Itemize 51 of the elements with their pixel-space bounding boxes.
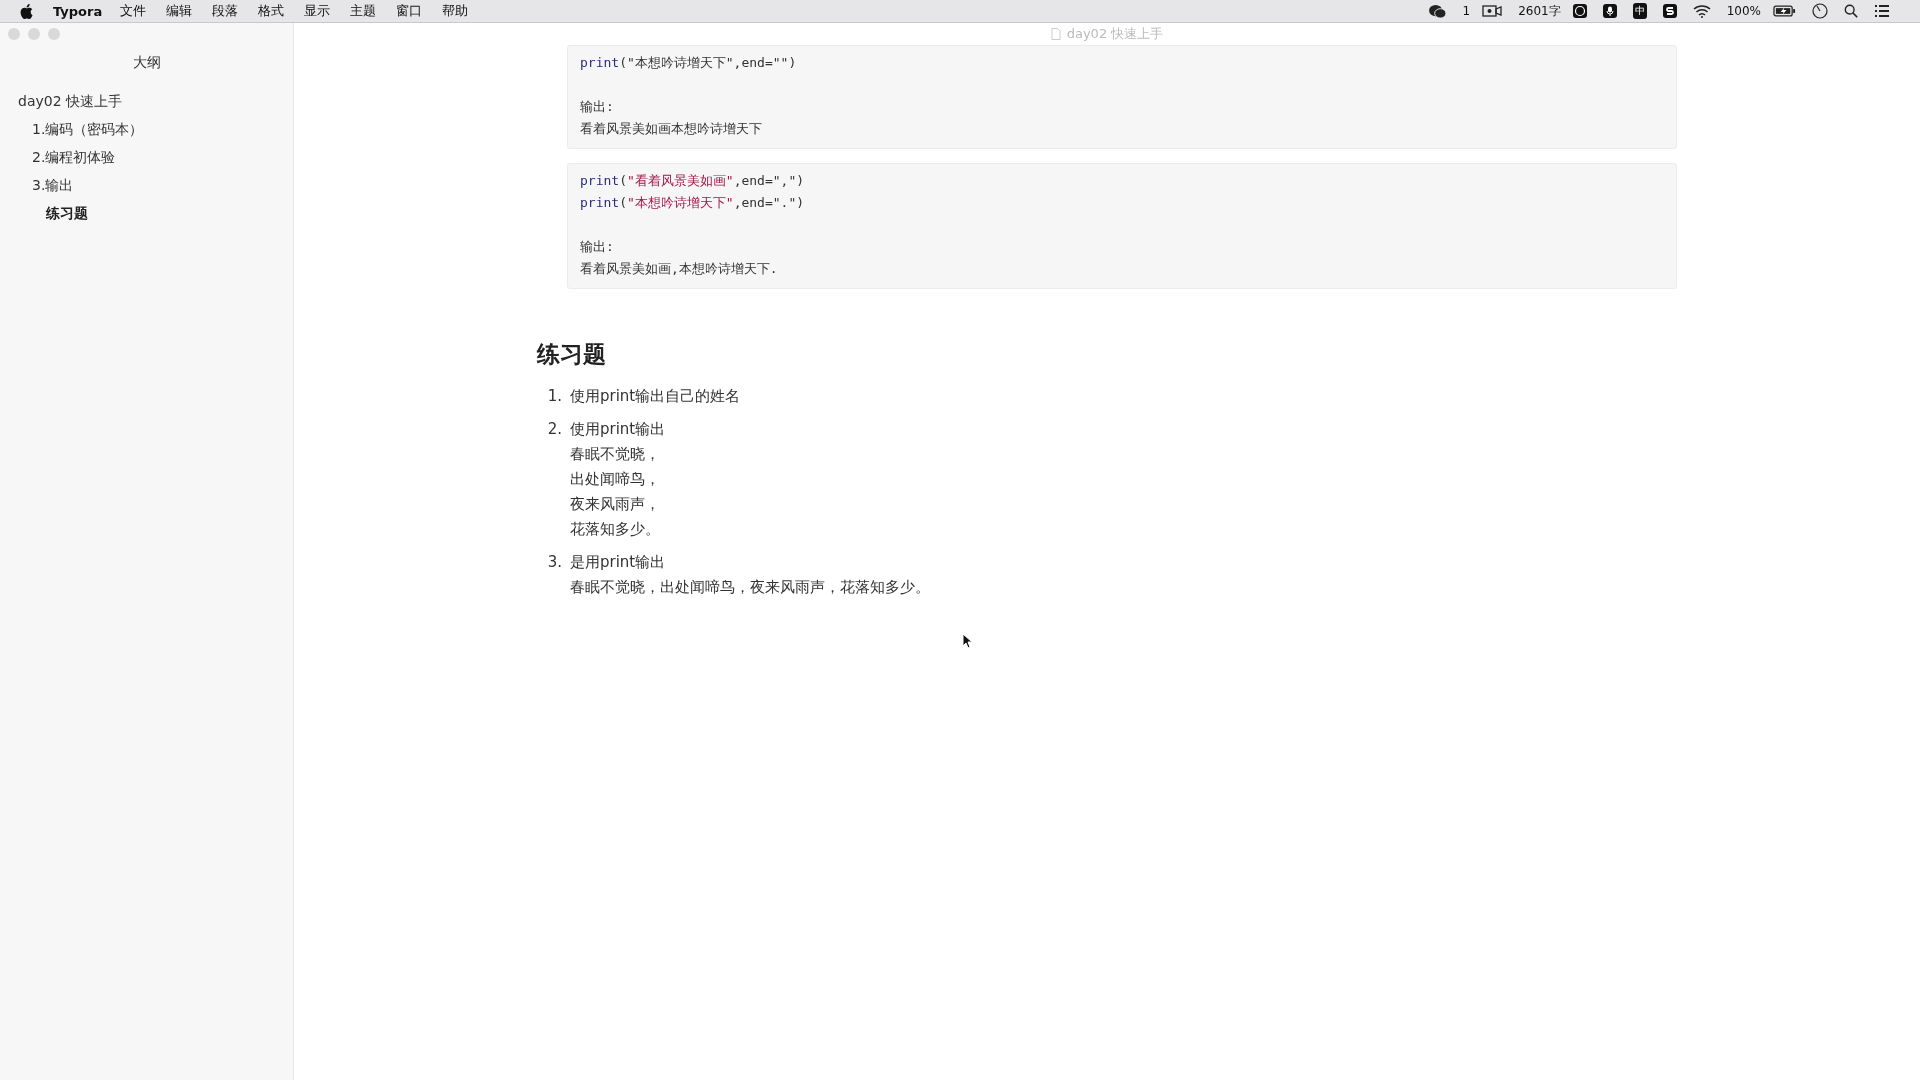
list-number: 3. <box>546 552 563 573</box>
search-icon[interactable] <box>1844 4 1858 18</box>
output-line: 看着风景美如画,本想吟诗增天下. <box>580 260 779 278</box>
menu-item[interactable]: 主题 <box>350 2 377 20</box>
s-logo-icon[interactable] <box>1662 4 1677 18</box>
exercise-text: 使用print输出自己的姓名 <box>570 386 741 407</box>
section-heading: 练习题 <box>537 340 607 369</box>
code-line: print("本想吟诗增天下",end="") <box>580 54 798 72</box>
exercise-text: 是用print输出 <box>570 552 667 573</box>
list-icon[interactable] <box>1874 4 1890 18</box>
outline-item[interactable]: 1.编码（密码本） <box>0 116 293 144</box>
window-title: day02 快速上手 <box>1066 25 1164 43</box>
code-line: print("本想吟诗增天下",end=".") <box>580 194 806 212</box>
output-line: 输出: <box>580 98 615 116</box>
mouse-pointer-icon <box>962 633 972 649</box>
outline-item[interactable]: 2.编程初体验 <box>0 144 293 172</box>
chat-count: 1 <box>1462 4 1471 18</box>
word-count: 2601字 <box>1518 2 1561 20</box>
document-icon <box>1050 28 1061 40</box>
list-number: 2. <box>546 419 563 440</box>
battery-percentage: 100% <box>1726 4 1761 18</box>
exercise-text: 夜来风雨声， <box>570 494 661 515</box>
wifi-icon[interactable] <box>1692 4 1711 18</box>
output-line: 输出: <box>580 238 615 256</box>
exercise-text: 使用print输出 <box>570 419 666 440</box>
camera-icon[interactable] <box>1482 4 1503 18</box>
clock-icon[interactable] <box>1812 3 1828 19</box>
list-number: 1. <box>546 386 563 407</box>
input-method-indicator[interactable]: 中 <box>1632 3 1647 19</box>
menu-item[interactable]: 文件 <box>120 2 147 20</box>
output-line: 看着风景美如画本想吟诗增天下 <box>580 120 763 138</box>
menu-item[interactable]: 编辑 <box>166 2 193 20</box>
exercise-text: 春眠不觉晓， <box>570 444 661 465</box>
menu-item[interactable]: 帮助 <box>442 2 469 20</box>
outline-title: 大纲 <box>131 54 162 72</box>
exercise-text: 春眠不觉晓，出处闻啼鸟，夜来风雨声，花落知多少。 <box>570 577 930 598</box>
menu-item[interactable]: 段落 <box>212 2 239 20</box>
outline-item[interactable]: 练习题 <box>0 200 293 228</box>
outline-item[interactable]: day02 快速上手 <box>0 88 293 116</box>
menu-item[interactable]: 窗口 <box>396 2 423 20</box>
battery-charging-icon[interactable] <box>1773 5 1796 17</box>
app-menu[interactable]: Typora <box>53 3 103 19</box>
menu-item[interactable]: 显示 <box>304 2 331 20</box>
exercise-text: 花落知多少。 <box>570 519 661 540</box>
code-line: print("看着风景美如画",end=",") <box>580 172 806 190</box>
chat-bubbles-icon[interactable] <box>1427 3 1447 19</box>
menu-item[interactable]: 格式 <box>258 2 285 20</box>
exercise-text: 出处闻啼鸟， <box>570 469 661 490</box>
microphone-icon[interactable] <box>1602 4 1617 18</box>
outline-item[interactable]: 3.输出 <box>0 172 293 200</box>
apple-logo-icon[interactable] <box>20 3 33 19</box>
